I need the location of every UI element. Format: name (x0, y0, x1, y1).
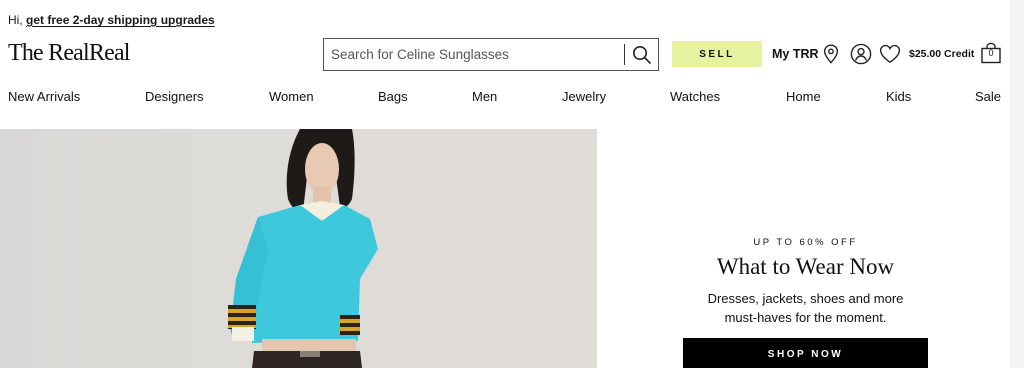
promo-subtitle-line-1: Dresses, jackets, shoes and more (707, 291, 904, 306)
search-icon[interactable] (632, 45, 652, 65)
heart-icon[interactable] (879, 44, 901, 64)
location-pin-icon[interactable] (823, 44, 839, 64)
shipping-upgrade-link[interactable]: get free 2-day shipping upgrades (26, 13, 215, 27)
search-bar[interactable]: Search for Celine Sunglasses (323, 38, 659, 71)
promo-eyebrow: UP TO 60% OFF (753, 237, 858, 248)
promo-subtitle: Dresses, jackets, shoes and more must-ha… (683, 289, 928, 327)
nav-sale[interactable]: Sale (975, 89, 1001, 104)
nav-kids[interactable]: Kids (886, 89, 911, 104)
nav-new-arrivals[interactable]: New Arrivals (8, 89, 80, 104)
shop-now-button[interactable]: SHOP NOW (683, 338, 928, 368)
nav-men[interactable]: Men (472, 89, 497, 104)
nav-bags[interactable]: Bags (378, 89, 408, 104)
nav-home[interactable]: Home (786, 89, 821, 104)
credit-balance[interactable]: $25.00 Credit (909, 48, 974, 60)
bag-count: 0 (988, 48, 994, 58)
page-scrollbar[interactable] (1010, 0, 1024, 368)
my-trr-link[interactable]: My TRR (772, 47, 819, 61)
promo-banner: Hi, get free 2-day shipping upgrades (8, 13, 215, 27)
account-icon[interactable] (850, 43, 872, 65)
nav-designers[interactable]: Designers (145, 89, 204, 104)
promo-subtitle-line-2: must-haves for the moment. (724, 310, 887, 325)
model-illustration (228, 129, 378, 368)
nav-women[interactable]: Women (269, 89, 314, 104)
greeting-text: Hi, (8, 13, 23, 27)
nav-jewelry[interactable]: Jewelry (562, 89, 606, 104)
promo-title: What to Wear Now (716, 254, 895, 279)
search-input[interactable]: Search for Celine Sunglasses (331, 47, 509, 62)
site-logo[interactable]: The RealReal (8, 40, 130, 67)
sell-button[interactable]: SELL (672, 41, 762, 67)
main-nav: New Arrivals Designers Women Bags Men Je… (0, 89, 1024, 105)
hero-image[interactable] (0, 129, 597, 368)
search-divider (624, 44, 625, 65)
nav-watches[interactable]: Watches (670, 89, 720, 104)
